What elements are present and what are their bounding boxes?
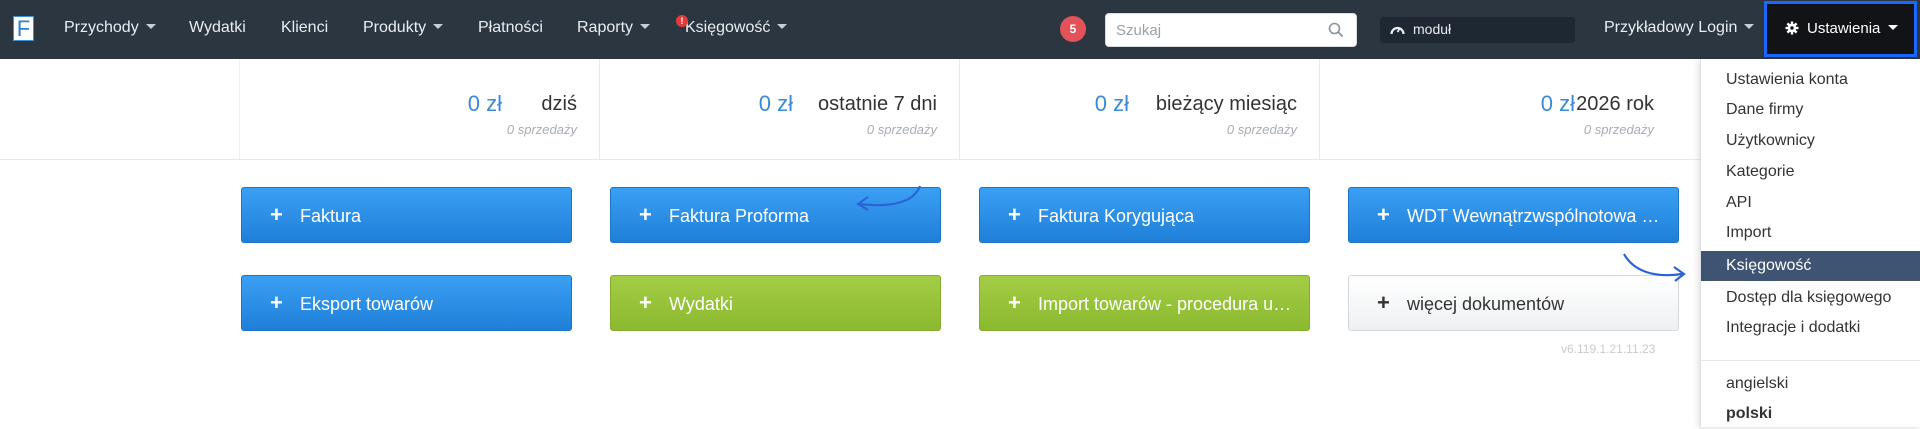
search-input[interactable] (1116, 14, 1316, 46)
nav-platnosci[interactable]: Płatności (478, 0, 543, 59)
nav-item-label: Produkty (363, 19, 427, 36)
menu-item-categories[interactable]: Kategorie (1701, 157, 1920, 187)
menu-item-import[interactable]: Import (1701, 218, 1920, 248)
stat-amount: 0 zł (1540, 91, 1575, 116)
user-login-label: Przykładowy Login (1604, 19, 1738, 36)
app-logo[interactable]: F (13, 16, 34, 41)
nav-raporty[interactable]: Raporty (577, 0, 651, 59)
sales-stats: 0 zł dziś 0 sprzedaży 0 zł ostatnie 7 dn… (240, 59, 1700, 159)
module-selector[interactable]: moduł (1380, 17, 1575, 43)
chevron-down-icon (640, 24, 651, 29)
plus-icon: + (1377, 202, 1390, 227)
nav-item-label: Wydatki (189, 19, 246, 36)
button-label: więcej dokumentów (1407, 294, 1565, 314)
plus-icon: + (270, 290, 283, 315)
menu-item-language-english[interactable]: angielski (1701, 369, 1920, 399)
stat-current-month: 0 zł bieżący miesiąc 0 sprzedaży (960, 59, 1320, 159)
nav-ksiegowosc[interactable]: ! Księgowość (676, 0, 788, 59)
expenses-button[interactable]: + Wydatki (610, 275, 941, 331)
stat-label: 2026 rok (1576, 93, 1654, 115)
search-icon[interactable] (1328, 22, 1344, 38)
button-label: Import towarów - procedura u… (1038, 294, 1292, 314)
stat-amount: 0 zł (1094, 91, 1129, 116)
stat-sales-count: 0 sprzedaży (1226, 122, 1297, 137)
chevron-down-icon (145, 24, 156, 29)
chevron-down-icon (433, 24, 444, 29)
stat-label: ostatnie 7 dni (818, 93, 937, 115)
stat-sales-count: 0 sprzedaży (506, 122, 577, 137)
stat-label: bieżący miesiąc (1155, 93, 1297, 115)
stats-spacer (0, 59, 240, 159)
menu-item-integrations[interactable]: Integracje i dodatki (1701, 313, 1920, 343)
chevron-down-icon (777, 24, 788, 29)
plus-icon: + (1008, 202, 1021, 227)
chevron-down-icon (1888, 25, 1899, 30)
menu-item-company-data[interactable]: Dane firmy (1701, 95, 1920, 125)
nav-przychody[interactable]: Przychody (64, 0, 156, 59)
more-documents-button[interactable]: + więcej dokumentów (1348, 275, 1679, 331)
settings-dropdown-menu: Ustawienia konta Dane firmy Użytkownicy … (1700, 59, 1920, 427)
stat-today: 0 zł dziś 0 sprzedaży (240, 59, 600, 159)
stat-sales-count: 0 sprzedaży (1583, 122, 1654, 137)
nav-produkty[interactable]: Produkty (363, 0, 444, 59)
notification-badge[interactable]: 5 (1060, 16, 1086, 42)
nav-item-label: Przychody (64, 19, 139, 36)
plus-icon: + (639, 202, 652, 227)
new-proforma-button[interactable]: + Faktura Proforma (610, 187, 941, 243)
stat-year: 0 zł 2026 rok 0 sprzedaży (1320, 59, 1700, 159)
search-box (1105, 13, 1357, 47)
import-goods-button[interactable]: + Import towarów - procedura u… (979, 275, 1310, 331)
export-goods-button[interactable]: + Eksport towarów (241, 275, 572, 331)
nav-item-label: Klienci (281, 19, 329, 36)
module-label: moduł (1413, 21, 1452, 37)
button-label: WDT Wewnątrzwspólnotowa … (1407, 206, 1660, 226)
button-label: Eksport towarów (300, 294, 434, 314)
new-correction-invoice-button[interactable]: + Faktura Korygująca (979, 187, 1310, 243)
stat-last-7-days: 0 zł ostatnie 7 dni 0 sprzedaży (600, 59, 960, 159)
plus-icon: + (1377, 290, 1390, 315)
settings-label: Ustawienia (1807, 20, 1881, 37)
button-label: Faktura (300, 206, 362, 226)
dashboard-gauge-icon (1390, 26, 1405, 35)
menu-item-api[interactable]: API (1701, 188, 1920, 218)
menu-item-accounting[interactable]: Księgowość (1701, 251, 1920, 281)
divider (0, 159, 1700, 160)
stat-sales-count: 0 sprzedaży (866, 122, 937, 137)
version-label: v6.119.1.21.11.23 (1561, 342, 1656, 356)
plus-icon: + (1008, 290, 1021, 315)
button-label: Faktura Korygująca (1038, 206, 1195, 226)
stat-amount: 0 zł (467, 91, 502, 116)
nav-item-label: Księgowość (685, 19, 771, 36)
settings-button[interactable]: Ustawienia (1764, 1, 1917, 57)
nav-item-label: Raporty (577, 19, 634, 36)
plus-icon: + (270, 202, 283, 227)
stat-amount: 0 zł (758, 91, 793, 116)
gear-icon (1785, 21, 1799, 35)
chevron-down-icon (1744, 24, 1755, 29)
menu-item-accountant-access[interactable]: Dostęp dla księgowego (1701, 283, 1920, 313)
plus-icon: + (639, 290, 652, 315)
menu-item-account-settings[interactable]: Ustawienia konta (1701, 65, 1920, 95)
new-invoice-button[interactable]: + Faktura (241, 187, 572, 243)
button-label: Wydatki (669, 294, 733, 314)
nav-klienci[interactable]: Klienci (281, 0, 328, 59)
menu-item-language-polish[interactable]: polski (1701, 399, 1920, 429)
stat-label: dziś (541, 93, 577, 115)
menu-item-users[interactable]: Użytkownicy (1701, 126, 1920, 156)
nav-wydatki[interactable]: Wydatki (189, 0, 246, 59)
alert-badge: ! (676, 15, 688, 27)
top-navbar: F Przychody Wydatki Klienci Produkty Pła… (0, 0, 1920, 59)
menu-divider (1701, 360, 1920, 361)
user-menu[interactable]: Przykładowy Login (1604, 0, 1755, 59)
button-label: Faktura Proforma (669, 206, 810, 226)
new-wdt-button[interactable]: + WDT Wewnątrzwspólnotowa … (1348, 187, 1679, 243)
nav-item-label: Płatności (478, 19, 543, 36)
